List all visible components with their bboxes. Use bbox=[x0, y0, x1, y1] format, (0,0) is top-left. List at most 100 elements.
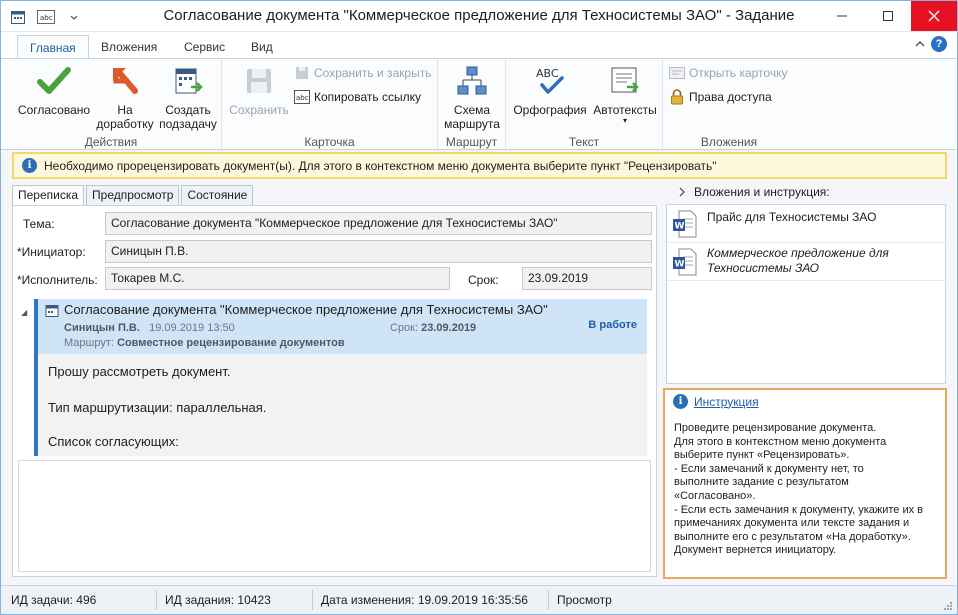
status-bar: ИД задачи: 496 ИД задания: 10423 Дата из… bbox=[1, 585, 957, 614]
attachments-header[interactable]: Вложения и инструкция: bbox=[678, 185, 830, 199]
card-icon bbox=[669, 65, 685, 81]
subtask-icon bbox=[170, 63, 206, 99]
route-scheme-button[interactable]: Схема маршрута bbox=[440, 63, 504, 131]
save-close-button[interactable]: Сохранить и закрыть bbox=[294, 63, 431, 83]
instruction-panel: i Инструкция Проведите рецензирование до… bbox=[663, 388, 947, 579]
attachment-item[interactable]: W Коммерческое предложение для Техносист… bbox=[667, 243, 945, 281]
attachments-list: W Прайс для Техносистемы ЗАО W Коммерчес… bbox=[666, 204, 946, 384]
message-body: Прошу рассмотреть документ. Тип маршрути… bbox=[34, 354, 647, 456]
chevron-up-icon bbox=[915, 41, 925, 47]
task-card-route: Маршрут: Совместное рецензирование докум… bbox=[64, 337, 345, 349]
task-card-date: 19.09.2019 13:50 bbox=[149, 322, 235, 334]
initiator-label: *Инициатор: bbox=[17, 245, 86, 259]
chevron-down-icon: ▾ bbox=[622, 116, 627, 125]
maximize-button[interactable] bbox=[865, 1, 911, 31]
task-status-badge: В работе bbox=[588, 319, 637, 331]
tab-correspondence[interactable]: Переписка bbox=[12, 185, 85, 207]
task-card[interactable]: Согласование документа "Коммерческое пре… bbox=[34, 299, 647, 354]
floppy-disk-icon bbox=[241, 63, 277, 99]
status-modified-date: Дата изменения: 19.09.2019 16:35:56 bbox=[321, 593, 528, 607]
info-bar-text: Необходимо прорецензировать документ(ы).… bbox=[44, 158, 717, 173]
autotext-button[interactable]: Автотексты ▾ bbox=[590, 63, 660, 125]
chevron-right-icon bbox=[679, 187, 685, 197]
group-label-attachments: Вложения bbox=[700, 135, 758, 149]
ribbon-group-route: Схема маршрута Маршрут bbox=[438, 59, 506, 151]
access-rights-button[interactable]: Права доступа bbox=[669, 87, 772, 107]
group-label-text: Текст bbox=[568, 135, 600, 149]
open-card-button[interactable]: Открыть карточку bbox=[669, 63, 787, 83]
attachment-item[interactable]: W Прайс для Техносистемы ЗАО bbox=[667, 205, 945, 243]
window-controls bbox=[819, 1, 957, 31]
info-bar: i Необходимо прорецензировать документ(ы… bbox=[12, 152, 947, 179]
tab-view[interactable]: Вид bbox=[239, 35, 285, 59]
instruction-header: i Инструкция bbox=[673, 394, 759, 409]
status-task-id: ИД задачи: 496 bbox=[11, 593, 97, 607]
task-icon bbox=[45, 305, 59, 317]
executor-field[interactable]: Токарев М.С. bbox=[105, 267, 450, 290]
svg-text:W: W bbox=[675, 260, 685, 270]
task-card-author: Синицын П.В. bbox=[64, 322, 140, 334]
status-mode: Просмотр bbox=[557, 593, 612, 607]
close-button[interactable] bbox=[911, 1, 957, 31]
checkmark-icon bbox=[36, 63, 72, 99]
spellcheck-icon: ABC bbox=[532, 63, 568, 99]
window-title: Согласование документа "Коммерческое пре… bbox=[163, 7, 795, 24]
message-line-2: Тип маршрутизации: параллельная. bbox=[48, 400, 267, 415]
word-document-icon: W bbox=[673, 210, 697, 238]
autotext-icon bbox=[607, 63, 643, 99]
task-card-author-line: Синицын П.В. 19.09.2019 13:50 bbox=[64, 322, 235, 334]
group-label-card: Карточка bbox=[304, 135, 355, 149]
ribbon-group-card: Сохранить Сохранить и закрыть abc Копиро… bbox=[222, 59, 438, 151]
minimize-button[interactable] bbox=[819, 1, 865, 31]
initiator-field[interactable]: Синицын П.В. bbox=[105, 240, 652, 263]
resize-grip-icon[interactable] bbox=[943, 601, 953, 611]
task-window: abc Согласование документа "Коммерческое… bbox=[0, 0, 958, 615]
collapse-arrow-icon[interactable]: ◢ bbox=[21, 308, 27, 317]
status-assignment-id: ИД задания: 10423 bbox=[165, 593, 271, 607]
lock-icon bbox=[669, 89, 685, 105]
link-icon: abc bbox=[294, 89, 310, 105]
content-tabs: Переписка Предпросмотр Состояние bbox=[12, 185, 255, 207]
ribbon-group-actions: Согласовано На доработку Создать подзада… bbox=[1, 59, 222, 151]
group-label-route: Маршрут bbox=[445, 135, 498, 149]
attachment-name: Прайс для Техносистемы ЗАО bbox=[707, 210, 877, 224]
word-document-icon: W bbox=[673, 248, 697, 276]
create-subtask-button[interactable]: Создать подзадачу bbox=[157, 63, 219, 131]
tab-preview[interactable]: Предпросмотр bbox=[86, 185, 180, 206]
spelling-button[interactable]: ABC Орфография bbox=[510, 63, 590, 117]
tab-attachments[interactable]: Вложения bbox=[89, 35, 169, 59]
save-close-icon bbox=[294, 65, 310, 81]
message-line-1: Прошу рассмотреть документ. bbox=[48, 364, 231, 379]
approve-button[interactable]: Согласовано bbox=[15, 63, 93, 117]
instruction-text: Проведите рецензирование документа. Для … bbox=[674, 422, 924, 557]
info-icon: i bbox=[22, 158, 37, 173]
ribbon-group-text: ABC Орфография Автотексты ▾ Текст bbox=[506, 59, 663, 151]
correspondence-panel: Тема: Согласование документа "Коммерческ… bbox=[12, 205, 657, 577]
deadline-label: Срок: bbox=[468, 273, 499, 287]
close-icon bbox=[928, 10, 940, 22]
svg-text:W: W bbox=[675, 222, 685, 232]
copy-link-button[interactable]: abc Копировать ссылку bbox=[294, 87, 421, 107]
ribbon-tabs: Главная Вложения Сервис Вид ? bbox=[1, 32, 957, 60]
tab-service[interactable]: Сервис bbox=[172, 35, 237, 59]
instruction-link[interactable]: Инструкция bbox=[694, 395, 759, 409]
svg-text:abc: abc bbox=[296, 94, 309, 102]
subject-label: Тема: bbox=[23, 217, 55, 231]
reply-input[interactable] bbox=[18, 460, 651, 572]
save-button[interactable]: Сохранить bbox=[226, 63, 292, 117]
deadline-field[interactable]: 23.09.2019 bbox=[522, 267, 652, 290]
task-card-title: Согласование документа "Коммерческое пре… bbox=[64, 302, 548, 317]
tab-state[interactable]: Состояние bbox=[181, 185, 254, 206]
group-label-actions: Действия bbox=[84, 135, 138, 149]
attachment-name: Коммерческое предложение для Техносистем… bbox=[707, 246, 889, 275]
subject-field[interactable]: Согласование документа "Коммерческое пре… bbox=[105, 212, 652, 235]
collapse-ribbon-button[interactable] bbox=[915, 37, 925, 51]
svg-text:ABC: ABC bbox=[536, 67, 559, 80]
executor-label: *Исполнитель: bbox=[17, 273, 98, 287]
tab-home[interactable]: Главная bbox=[17, 35, 89, 60]
rework-button[interactable]: На доработку bbox=[93, 63, 157, 131]
ribbon: Согласовано На доработку Создать подзада… bbox=[1, 58, 957, 151]
task-card-deadline: Срок: 23.09.2019 bbox=[390, 322, 477, 334]
help-button[interactable]: ? bbox=[931, 36, 947, 52]
return-arrow-icon bbox=[107, 63, 143, 99]
